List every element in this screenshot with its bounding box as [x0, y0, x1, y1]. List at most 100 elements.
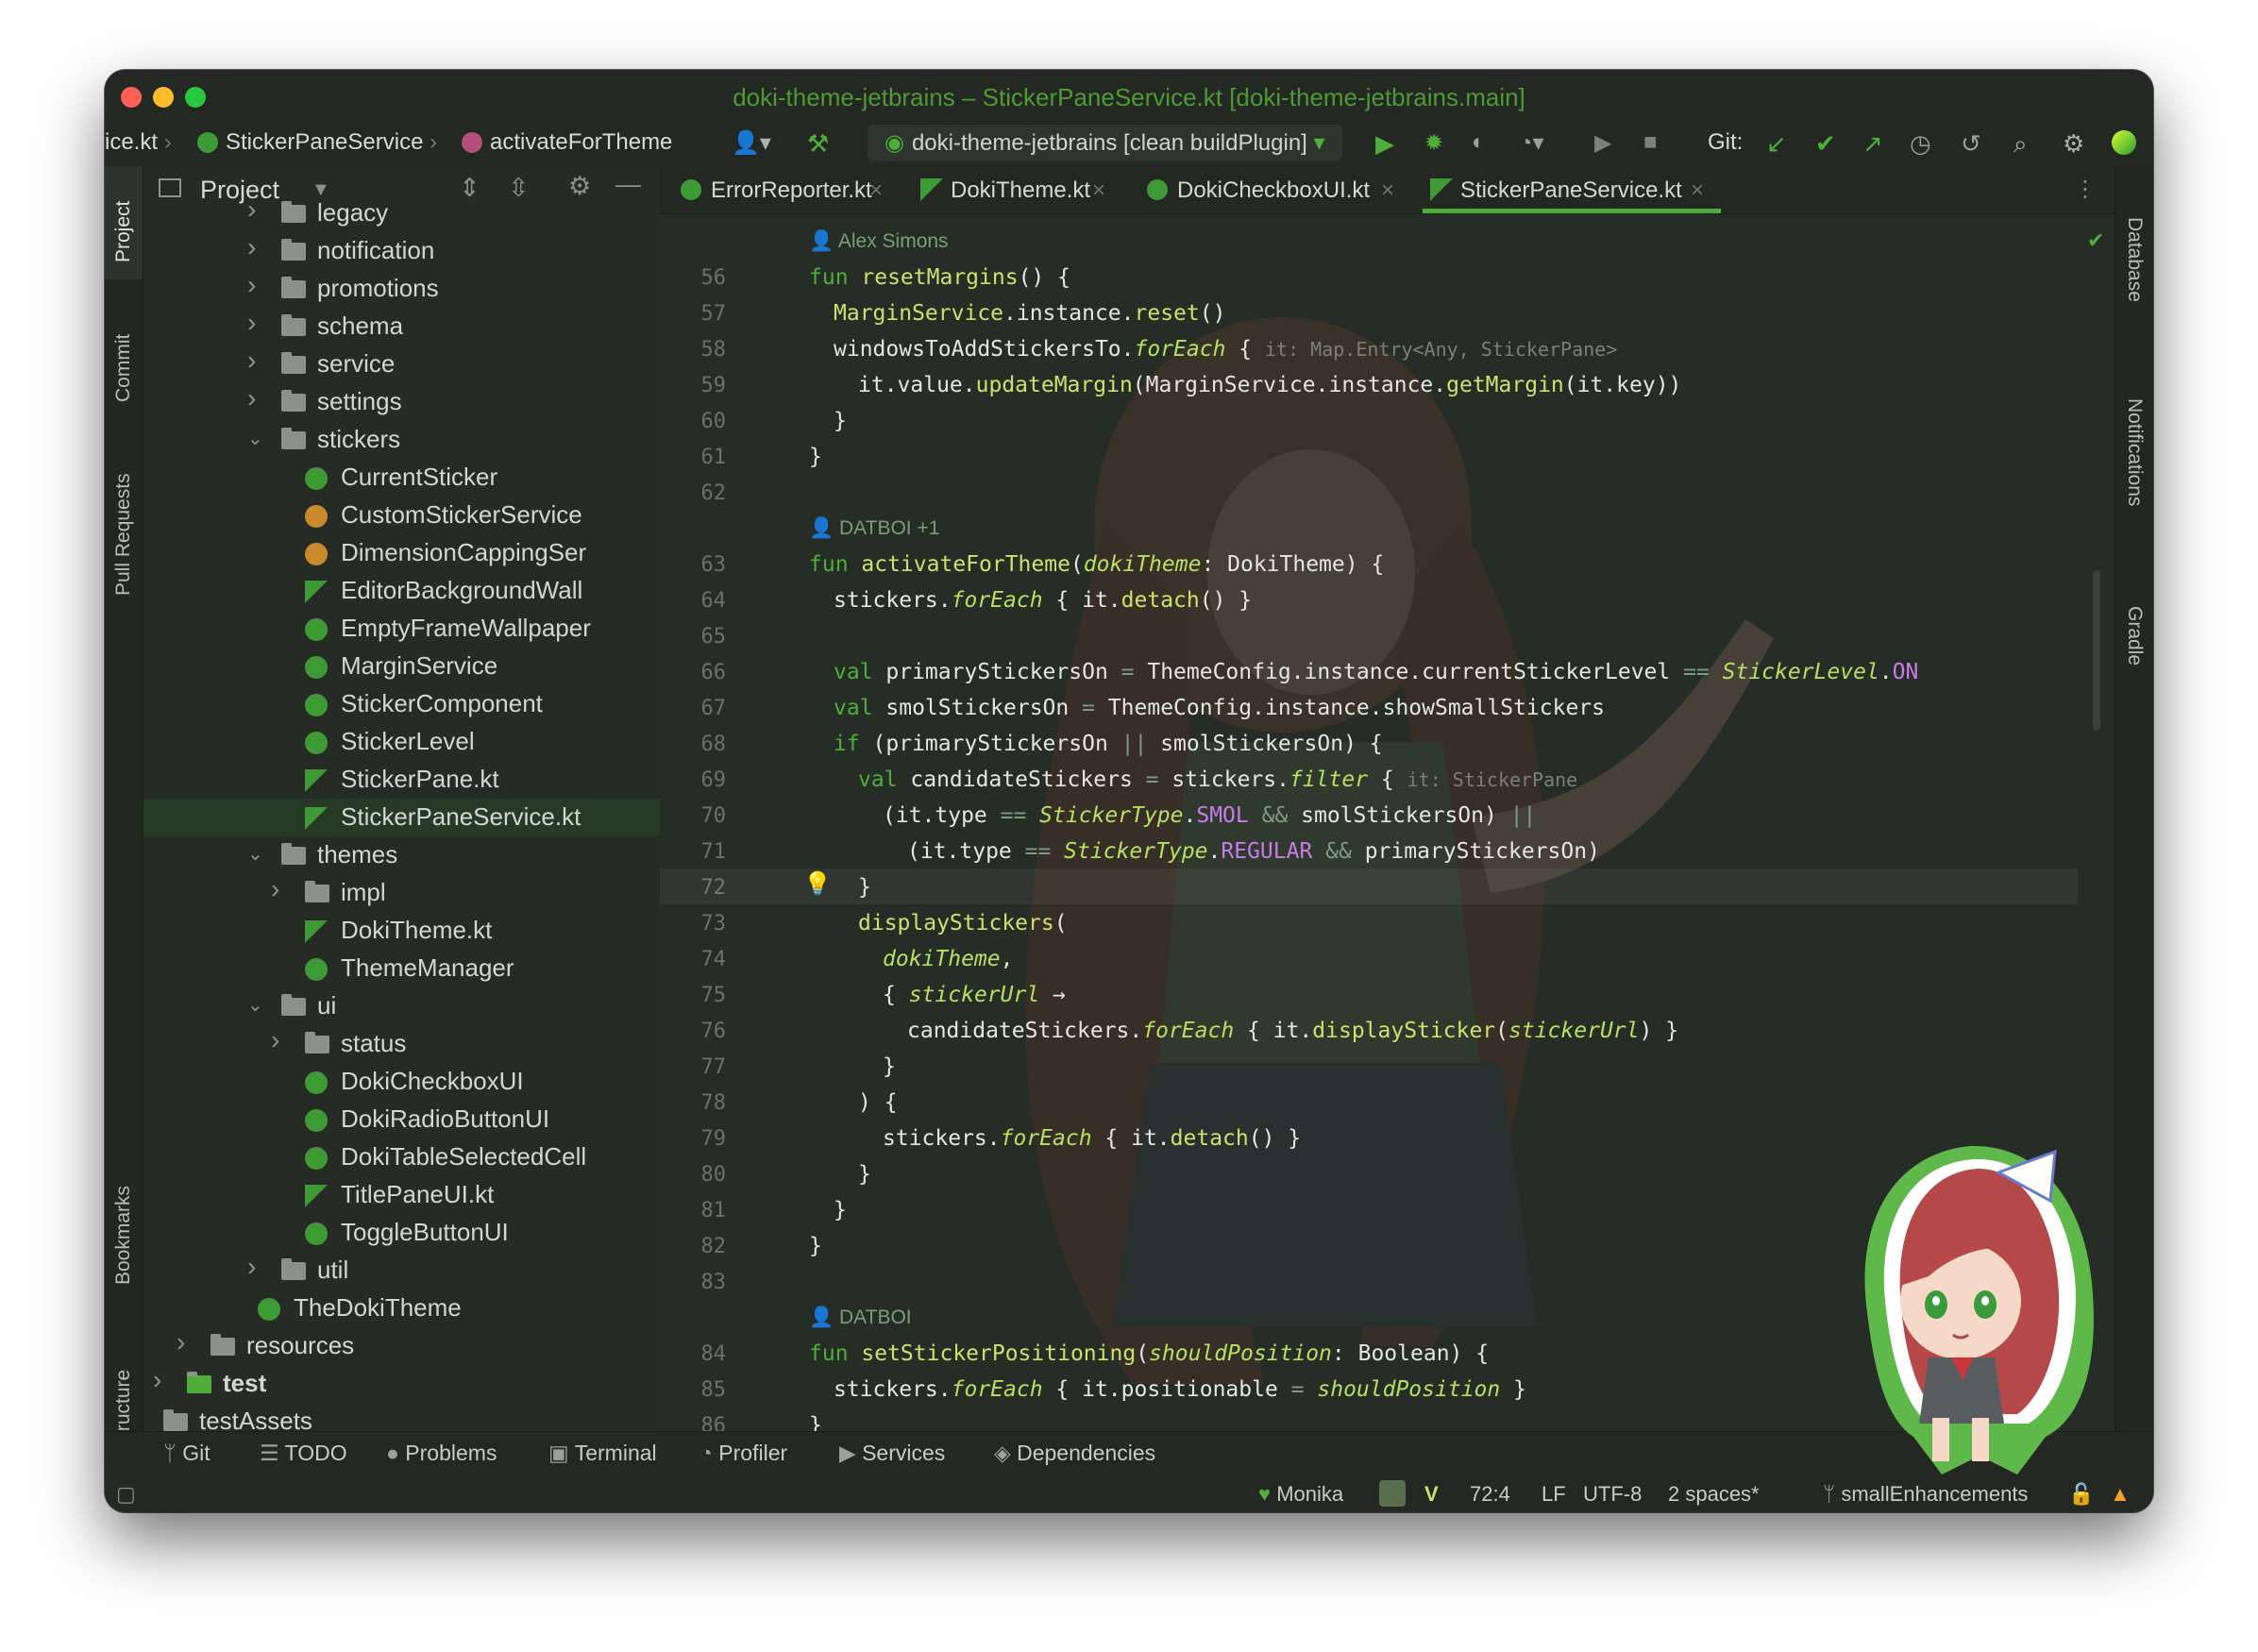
tool-problems[interactable]: ● Problems — [386, 1441, 497, 1466]
tree-item[interactable]: › service — [143, 346, 660, 383]
git-push-icon[interactable]: ↗ — [1862, 129, 1883, 159]
code-line[interactable]: fun activateForTheme(dokiTheme: DokiThem… — [809, 552, 1384, 577]
git-commit-icon[interactable]: ✔ — [1815, 129, 1836, 159]
chevron-right-icon[interactable]: › — [247, 232, 256, 262]
breadcrumb-file[interactable]: ice.kt › — [105, 129, 172, 156]
tree-item[interactable]: › util — [143, 1252, 660, 1290]
code-line[interactable]: windowsToAddStickersTo.forEach { it: Map… — [834, 337, 1617, 362]
tab-options-icon[interactable]: ⋮ — [2074, 176, 2097, 203]
tool-gradle[interactable]: Gradle — [2123, 606, 2146, 666]
tool-dependencies[interactable]: ◈ Dependencies — [994, 1441, 1155, 1466]
code-line[interactable]: if (primaryStickersOn || smolStickersOn)… — [834, 732, 1383, 756]
chevron-right-icon[interactable]: › — [247, 346, 256, 376]
close-tab-icon[interactable]: × — [1092, 177, 1105, 204]
code-line[interactable]: stickers.forEach { it.positionable = sho… — [834, 1377, 1526, 1402]
tab-error-reporter[interactable]: ErrorReporter.kt × — [673, 166, 900, 213]
code-line[interactable]: } — [834, 1198, 847, 1222]
chevron-right-icon[interactable]: › — [247, 383, 256, 413]
tab-doki-checkbox-ui[interactable]: DokiCheckboxUI.kt × — [1139, 166, 1413, 213]
tree-item[interactable]: TheDokiTheme — [143, 1290, 660, 1327]
close-tab-icon[interactable]: × — [1381, 177, 1394, 204]
vim-icon[interactable]: V — [1424, 1482, 1439, 1507]
code-line[interactable]: val candidateStickers = stickers.filter … — [858, 767, 1577, 792]
tree-item[interactable]: DokiCheckboxUI — [143, 1063, 660, 1101]
tree-item[interactable]: DokiTableSelectedCell — [143, 1138, 660, 1176]
code-line[interactable]: } — [809, 445, 822, 469]
notification-warning-icon[interactable]: ▲ — [2110, 1482, 2131, 1507]
tree-item[interactable]: TitlePaneUI.kt — [143, 1176, 660, 1214]
tree-item[interactable]: › impl — [143, 874, 660, 912]
tool-todo[interactable]: ☰ TODO — [260, 1441, 347, 1466]
coverage-icon[interactable]: ◐ — [1472, 129, 1486, 156]
search-icon[interactable]: ⌕ — [2014, 129, 2028, 160]
tree-item[interactable]: StickerLevel — [143, 723, 660, 761]
tree-item[interactable]: EmptyFrameWallpaper — [143, 610, 660, 648]
author-inlay-hint[interactable]: 👤 DATBOI +1 — [809, 517, 939, 540]
tree-item[interactable]: ⌄ themes — [143, 836, 660, 874]
profile-icon[interactable]: ◔▾ — [1519, 129, 1544, 157]
close-tab-icon[interactable]: × — [869, 177, 883, 204]
code-line[interactable]: fun resetMargins() { — [809, 265, 1070, 290]
settings-gear-icon[interactable]: ⚙ — [2063, 129, 2084, 159]
code-line[interactable]: val primaryStickersOn = ThemeConfig.inst… — [834, 660, 1918, 684]
code-line[interactable]: } — [809, 1413, 822, 1432]
tree-item[interactable]: ⌄ ui — [143, 987, 660, 1025]
code-line[interactable]: fun setStickerPositioning(shouldPosition… — [809, 1341, 1489, 1366]
tree-item[interactable]: MarginService — [143, 648, 660, 685]
theme-name[interactable]: ♥ Monika — [1258, 1482, 1343, 1507]
chevron-right-icon[interactable]: › — [247, 308, 256, 338]
breadcrumb-class[interactable]: StickerPaneService › — [197, 129, 437, 156]
tool-pull-requests[interactable]: Pull Requests — [112, 473, 135, 596]
tree-item[interactable]: StickerComponent — [143, 685, 660, 723]
tree-item[interactable]: CustomStickerService — [143, 497, 660, 534]
line-ending[interactable]: LF — [1542, 1482, 1566, 1507]
avatar[interactable] — [1379, 1480, 1406, 1507]
code-line[interactable]: } — [883, 1054, 896, 1079]
chevron-down-icon[interactable]: ⌄ — [247, 993, 263, 1017]
git-update-icon[interactable]: ↙ — [1766, 129, 1787, 159]
tree-item[interactable]: › legacy — [143, 194, 660, 232]
build-hammer-icon[interactable]: ⚒ — [807, 129, 829, 159]
tree-item[interactable]: ⌄ stickers — [143, 421, 660, 459]
tree-item[interactable]: ›testAssets — [143, 1403, 660, 1432]
git-rollback-icon[interactable]: ↺ — [1961, 129, 1981, 159]
indent-setting[interactable]: 2 spaces* — [1668, 1482, 1760, 1507]
stop-icon[interactable]: ■ — [1643, 129, 1658, 156]
tool-bookmarks[interactable]: Bookmarks — [112, 1186, 135, 1285]
chevron-down-icon[interactable]: ⌄ — [247, 842, 263, 866]
code-line[interactable]: stickers.forEach { it.detach() } — [883, 1126, 1301, 1151]
tree-item[interactable]: DokiTheme.kt — [143, 912, 660, 950]
code-line[interactable]: displayStickers( — [858, 911, 1068, 936]
tree-item[interactable]: StickerPane.kt — [143, 761, 660, 799]
code-line[interactable]: it.value.updateMargin(MarginService.inst… — [858, 373, 1681, 397]
tree-item[interactable]: › notification — [143, 232, 660, 270]
chevron-right-icon[interactable]: › — [247, 1252, 256, 1282]
code-line[interactable]: } — [858, 875, 871, 900]
code-line[interactable]: } — [809, 1234, 822, 1258]
breadcrumb-method[interactable]: activateForTheme — [462, 129, 672, 156]
run-more-icon[interactable]: ▶ — [1594, 129, 1611, 157]
tree-item[interactable]: › status — [143, 1025, 660, 1063]
user-icon[interactable]: 👤▾ — [732, 129, 771, 157]
intention-bulb-icon[interactable]: 💡 — [803, 870, 832, 897]
tool-project[interactable]: Project — [112, 201, 135, 262]
tree-item[interactable]: › test — [143, 1365, 660, 1403]
chevron-right-icon[interactable]: › — [271, 874, 279, 904]
chevron-right-icon[interactable]: › — [177, 1327, 185, 1357]
code-line[interactable]: MarginService.instance.reset() — [834, 301, 1225, 326]
chevron-down-icon[interactable]: ⌄ — [247, 427, 263, 450]
code-line[interactable]: val smolStickersOn = ThemeConfig.instanc… — [834, 696, 1605, 720]
tool-profiler[interactable]: ◔ Profiler — [699, 1441, 787, 1466]
author-inlay-hint[interactable]: 👤 Alex Simons — [809, 230, 949, 253]
tool-database[interactable]: Database — [2123, 217, 2146, 302]
caret-position[interactable]: 72:4 — [1470, 1482, 1510, 1507]
chevron-right-icon[interactable]: › — [247, 270, 256, 300]
tree-item[interactable]: › resources — [143, 1327, 660, 1365]
code-line[interactable]: dokiTheme, — [883, 947, 1013, 971]
run-icon[interactable]: ▶ — [1375, 129, 1394, 159]
toggle-tool-windows-icon[interactable]: ▢ — [116, 1482, 136, 1507]
tool-terminal[interactable]: ▣ Terminal — [548, 1441, 657, 1466]
tree-item[interactable]: › promotions — [143, 270, 660, 308]
tree-item[interactable]: ToggleButtonUI — [143, 1214, 660, 1252]
debug-icon[interactable]: ✹ — [1424, 129, 1443, 157]
